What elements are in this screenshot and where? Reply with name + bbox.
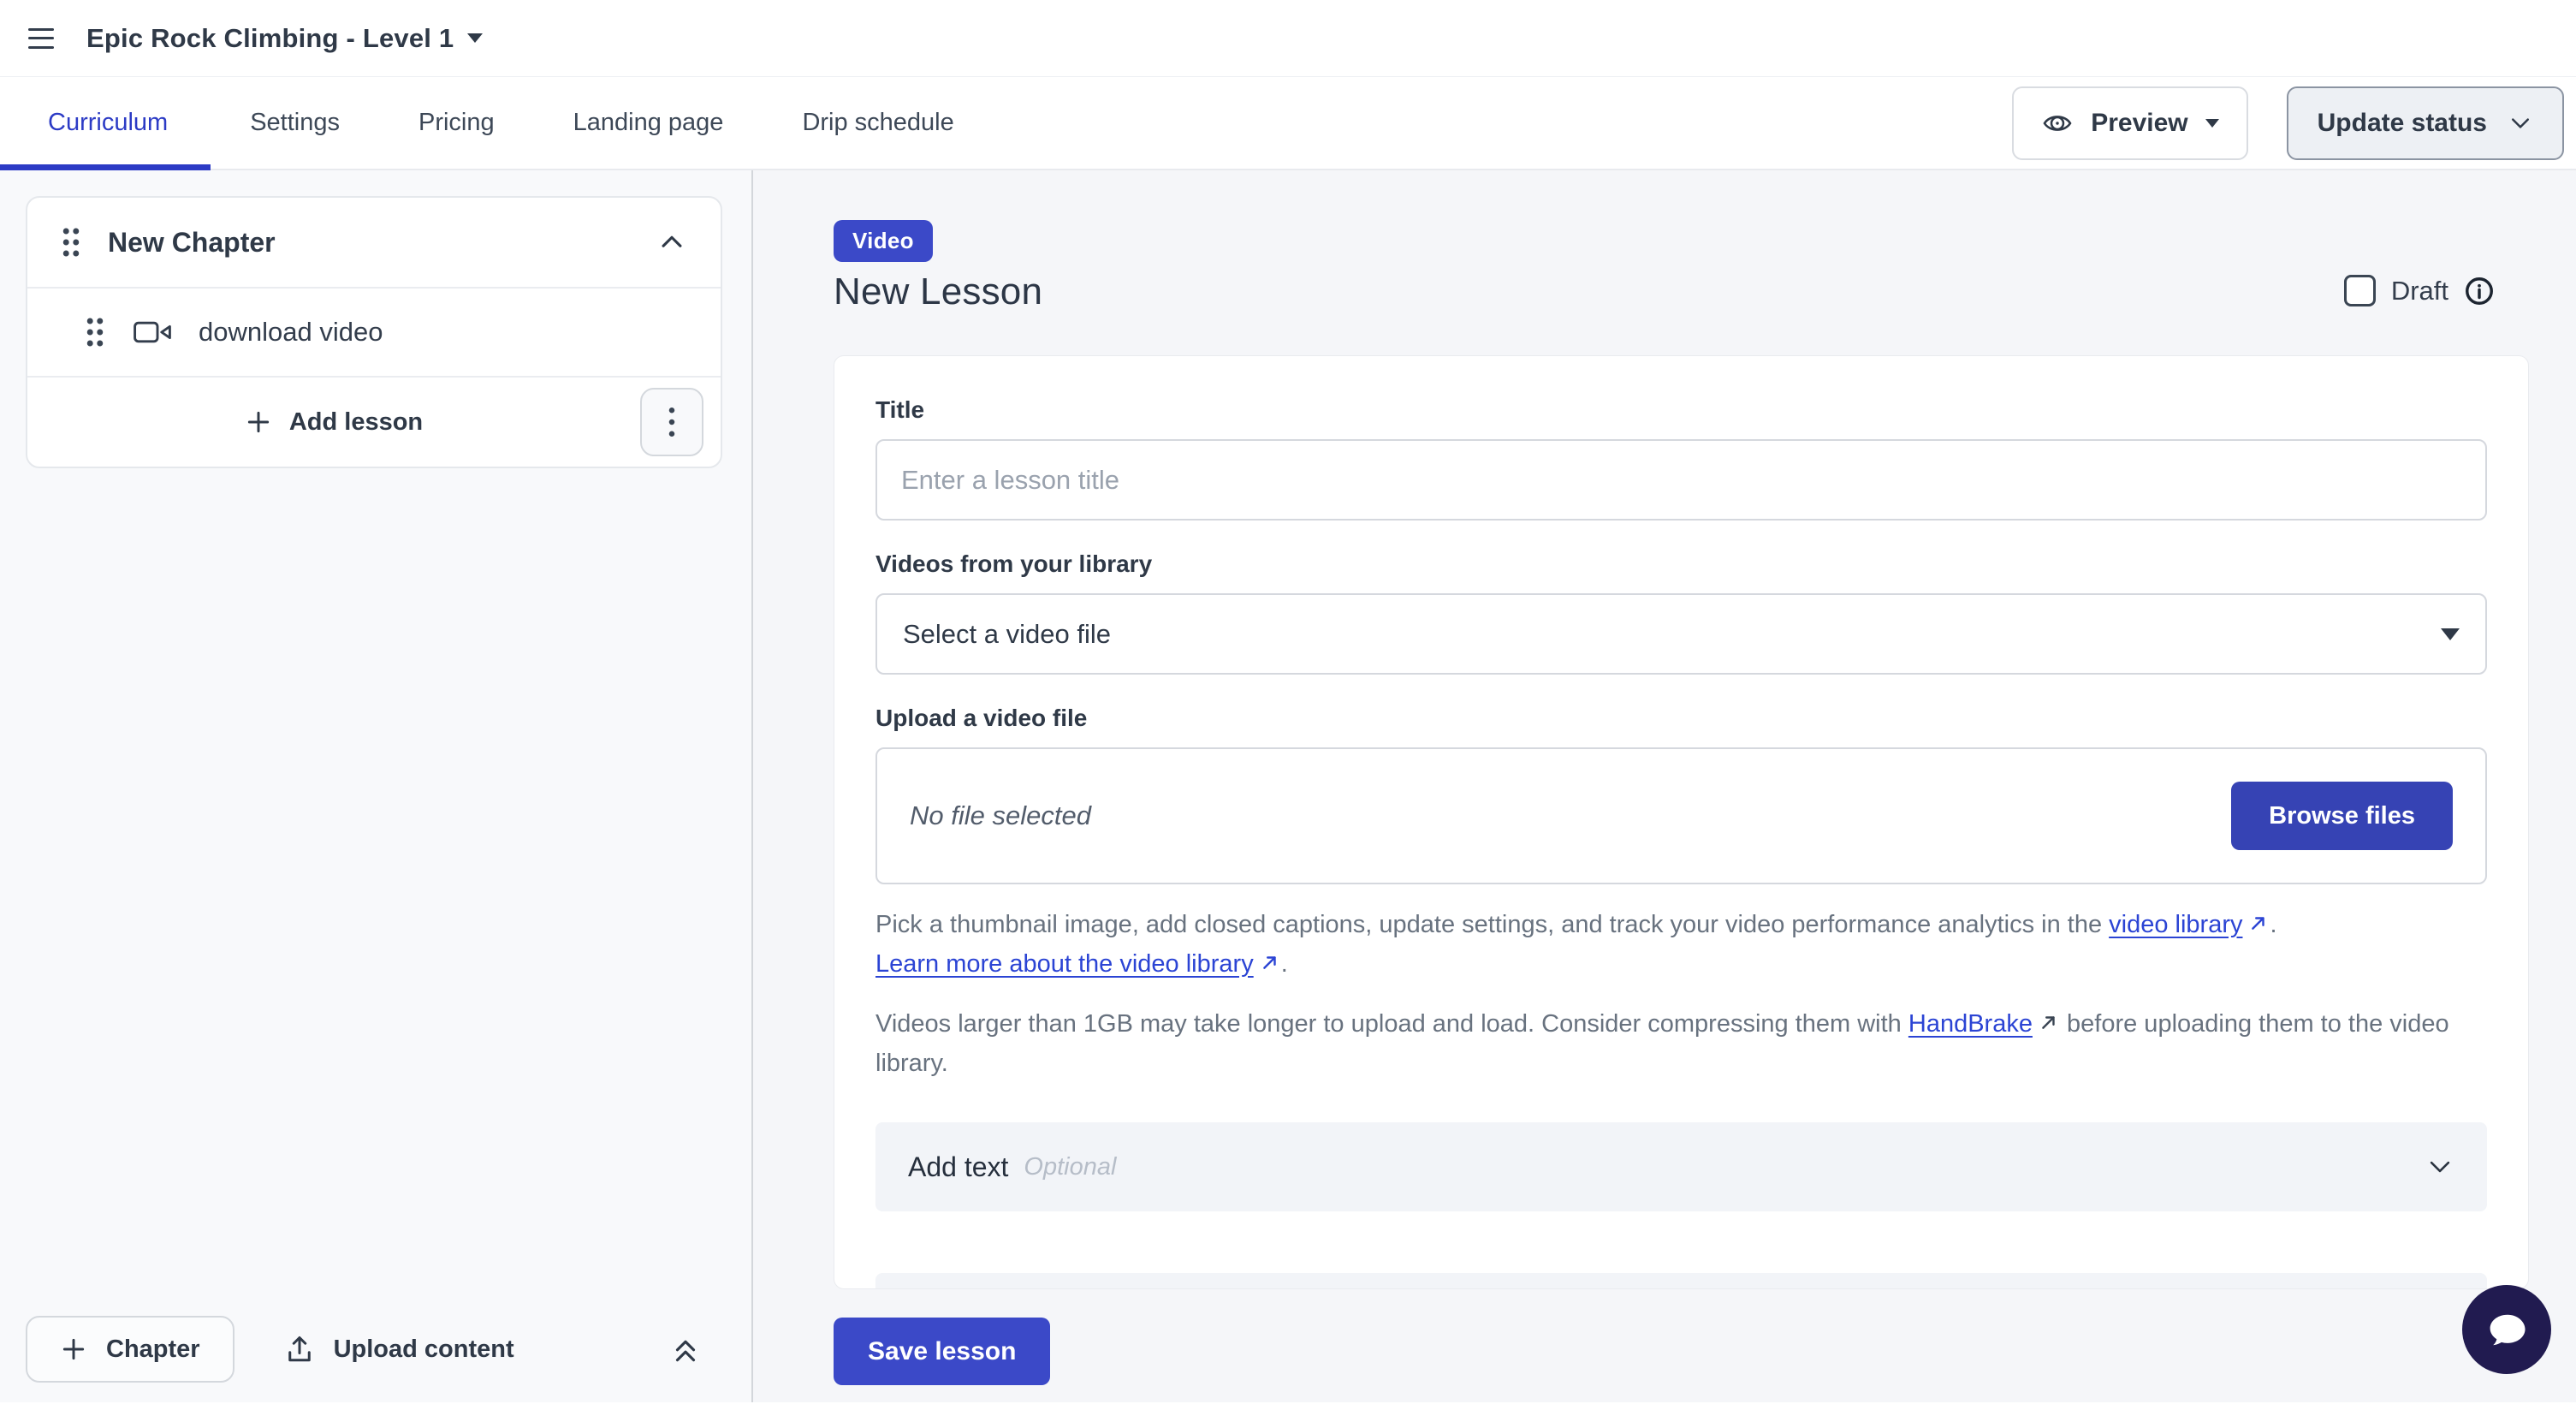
lesson-header: Video New Lesson Draft xyxy=(834,220,2529,313)
course-switcher[interactable]: Epic Rock Climbing - Level 1 xyxy=(86,23,483,54)
draft-label: Draft xyxy=(2391,276,2448,306)
caret-down-icon xyxy=(2205,119,2219,128)
tab-drip-schedule[interactable]: Drip schedule xyxy=(763,77,993,169)
drag-handle-icon[interactable] xyxy=(60,226,82,259)
browse-files-button[interactable]: Browse files xyxy=(2231,782,2453,850)
no-file-text: No file selected xyxy=(910,800,1091,831)
caret-down-icon xyxy=(2441,628,2460,640)
chapter-title: New Chapter xyxy=(108,227,276,259)
handbrake-link[interactable]: HandBrake xyxy=(1908,1010,2060,1038)
video-library-select-value: Select a video file xyxy=(903,619,1111,650)
lesson-form-card: Title Videos from your library Select a … xyxy=(834,355,2529,1289)
chapter-options-button[interactable] xyxy=(640,388,703,456)
tab-settings[interactable]: Settings xyxy=(211,77,379,169)
lesson-title: download video xyxy=(199,317,383,348)
save-lesson-button[interactable]: Save lesson xyxy=(834,1318,1050,1385)
external-link-icon xyxy=(2249,913,2268,932)
lesson-type-badge: Video xyxy=(834,220,933,262)
video-library-help-text: Pick a thumbnail image, add closed capti… xyxy=(875,905,2487,984)
curriculum-sidebar: New Chapter xyxy=(0,170,753,1402)
drag-handle-icon[interactable] xyxy=(84,316,106,348)
lesson-title-input[interactable] xyxy=(875,439,2487,521)
library-field-label: Videos from your library xyxy=(875,550,2487,578)
preview-button[interactable]: Preview xyxy=(2012,86,2247,160)
upload-content-button[interactable]: Upload content xyxy=(284,1334,514,1365)
external-link-icon xyxy=(2039,1013,2058,1032)
upload-icon xyxy=(284,1334,315,1365)
tab-landing-page[interactable]: Landing page xyxy=(534,77,763,169)
video-library-link[interactable]: video library xyxy=(2109,911,2270,938)
info-icon[interactable] xyxy=(2464,276,2495,306)
external-link-icon xyxy=(1261,953,1279,972)
top-bar: Epic Rock Climbing - Level 1 xyxy=(0,0,2576,77)
video-library-select[interactable]: Select a video file xyxy=(875,593,2487,675)
chevron-down-icon xyxy=(2425,1152,2454,1181)
plus-icon xyxy=(60,1336,87,1363)
add-chapter-button[interactable]: Chapter xyxy=(26,1316,234,1383)
add-text-section[interactable]: Add text Optional xyxy=(875,1122,2487,1211)
chapter-header[interactable]: New Chapter xyxy=(27,198,721,287)
chat-widget-button[interactable] xyxy=(2462,1285,2551,1374)
plus-icon xyxy=(245,408,272,436)
lesson-editor-panel: Video New Lesson Draft Title Videos from… xyxy=(753,170,2576,1402)
tab-bar-actions: Preview Update status xyxy=(2012,77,2576,169)
upload-field-label: Upload a video file xyxy=(875,705,2487,732)
chat-bubble-icon xyxy=(2483,1306,2531,1353)
add-downloads-section[interactable]: Add downloads Optional xyxy=(875,1273,2487,1289)
collapse-all-icon[interactable] xyxy=(669,1333,702,1365)
learn-more-video-library-link[interactable]: Learn more about the video library xyxy=(875,950,1281,978)
add-lesson-button[interactable]: Add lesson xyxy=(27,408,640,437)
title-field-label: Title xyxy=(875,396,2487,424)
sidebar-footer: Chapter Upload content xyxy=(0,1296,751,1402)
video-camera-icon xyxy=(132,318,173,347)
draft-checkbox[interactable] xyxy=(2344,275,2376,306)
eye-icon xyxy=(2041,107,2074,140)
page-title: New Lesson xyxy=(834,271,2529,313)
course-title: Epic Rock Climbing - Level 1 xyxy=(86,23,454,54)
update-status-button[interactable]: Update status xyxy=(2287,86,2564,160)
chevron-down-icon xyxy=(2508,110,2533,136)
tab-pricing[interactable]: Pricing xyxy=(379,77,534,169)
content-area: New Chapter xyxy=(0,170,2576,1402)
chevron-up-icon[interactable] xyxy=(657,228,686,257)
caret-down-icon xyxy=(467,33,483,43)
hamburger-menu-icon[interactable] xyxy=(28,28,54,49)
file-upload-dropzone[interactable]: No file selected Browse files xyxy=(875,747,2487,884)
add-lesson-label: Add lesson xyxy=(289,408,423,437)
kebab-menu-icon xyxy=(668,406,676,438)
chapter-footer: Add lesson xyxy=(27,376,721,467)
tab-bar: Curriculum Settings Pricing Landing page… xyxy=(0,77,2576,170)
tab-curriculum[interactable]: Curriculum xyxy=(0,77,211,169)
compression-help-text: Videos larger than 1GB may take longer t… xyxy=(875,1004,2487,1083)
chapter-card: New Chapter xyxy=(26,196,722,468)
lesson-item-download-video[interactable]: download video xyxy=(27,287,721,376)
draft-toggle: Draft xyxy=(2344,275,2495,306)
